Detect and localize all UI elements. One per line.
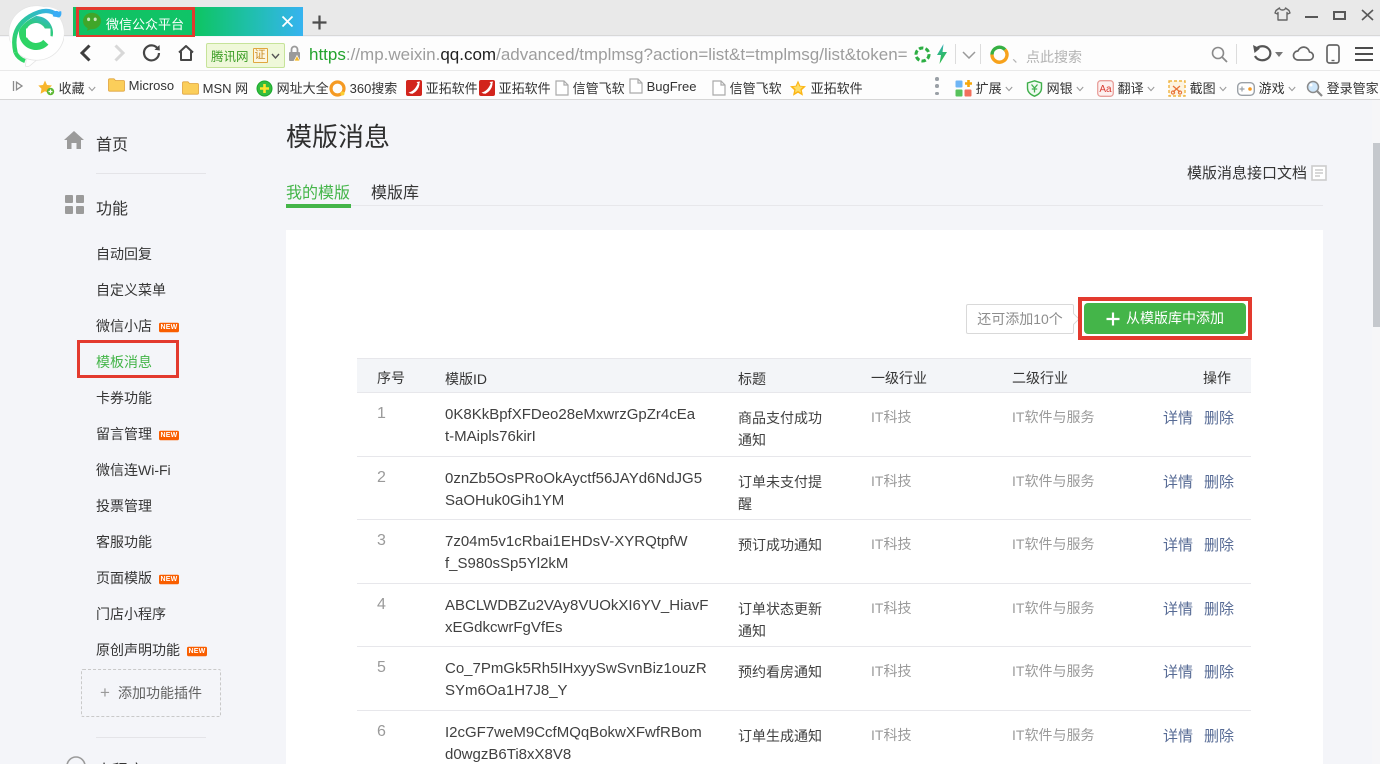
svg-text:Aa: Aa	[1099, 84, 1112, 95]
